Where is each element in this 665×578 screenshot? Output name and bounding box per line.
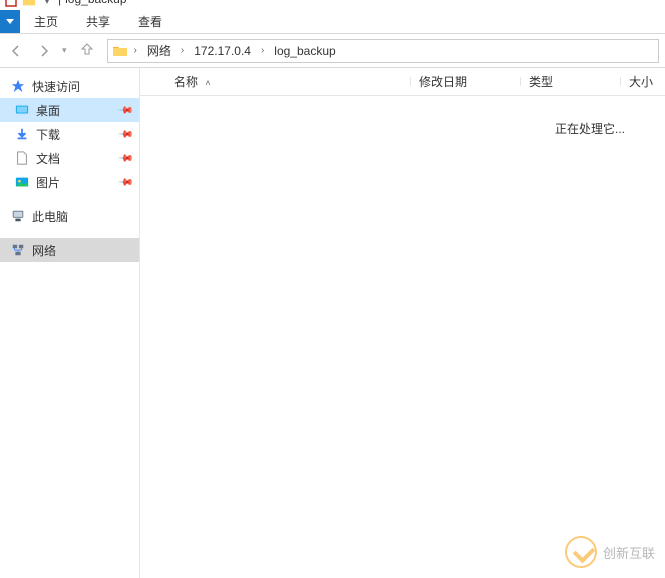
history-dropdown-icon[interactable]: ▾ <box>62 45 67 56</box>
watermark-logo-icon <box>565 536 597 568</box>
sidebar-item-quick-access[interactable]: 快速访问 <box>0 74 139 98</box>
columns-header: 名称 ˄ 修改日期 类型 大小 <box>140 68 665 96</box>
title-dropdown-icon[interactable]: ▾ <box>40 0 54 8</box>
status-processing: 正在处理它... <box>555 120 625 137</box>
ribbon-tabs: 主页 共享 查看 <box>0 10 665 34</box>
window-title-divider: | <box>58 0 61 6</box>
sidebar-item-this-pc[interactable]: 此电脑 <box>0 204 139 228</box>
quick-access-icon <box>10 78 26 94</box>
sidebar-item-label: 桌面 <box>36 102 113 119</box>
app-icon <box>4 0 18 8</box>
sidebar-item-pictures[interactable]: 图片 📌 <box>0 170 139 194</box>
picture-icon <box>14 174 30 190</box>
document-icon <box>14 150 30 166</box>
column-label: 名称 <box>174 75 198 89</box>
forward-button[interactable] <box>34 41 54 61</box>
ribbon-tab-view[interactable]: 查看 <box>124 10 176 33</box>
content-pane: 名称 ˄ 修改日期 类型 大小 正在处理它... <box>140 68 665 578</box>
sidebar-item-label: 此电脑 <box>32 208 131 225</box>
column-size[interactable]: 大小 <box>621 73 665 90</box>
sidebar-item-documents[interactable]: 文档 📌 <box>0 146 139 170</box>
pin-icon: 📌 <box>117 102 133 118</box>
pin-icon: 📌 <box>117 126 133 142</box>
sidebar-item-label: 文档 <box>36 150 113 167</box>
column-name[interactable]: 名称 ˄ <box>166 73 411 90</box>
pin-icon: 📌 <box>117 174 133 190</box>
breadcrumb-folder[interactable]: log_backup <box>270 42 339 60</box>
breadcrumb-chevron-icon[interactable]: › <box>132 45 139 56</box>
back-button[interactable] <box>6 41 26 61</box>
breadcrumb-chevron-icon[interactable]: › <box>259 45 266 56</box>
download-icon <box>14 126 30 142</box>
watermark-text: 创新互联 <box>603 543 655 562</box>
sidebar-item-label: 网络 <box>32 242 131 259</box>
address-bar[interactable]: › 网络 › 172.17.0.4 › log_backup <box>107 39 659 63</box>
file-list[interactable]: 正在处理它... <box>140 96 665 578</box>
column-type[interactable]: 类型 <box>521 73 621 90</box>
network-icon <box>10 242 26 258</box>
up-button[interactable] <box>75 41 99 60</box>
sidebar-item-network[interactable]: 网络 <box>0 238 139 262</box>
folder-icon <box>22 0 36 8</box>
main-area: 快速访问 桌面 📌 下载 📌 文档 📌 图片 <box>0 68 665 578</box>
sidebar-item-label: 下载 <box>36 126 113 143</box>
file-tab[interactable] <box>0 10 20 33</box>
sidebar-item-downloads[interactable]: 下载 📌 <box>0 122 139 146</box>
location-folder-icon <box>112 43 128 59</box>
title-bar: ▾ | log_backup <box>0 0 665 10</box>
sidebar-item-desktop[interactable]: 桌面 📌 <box>0 98 139 122</box>
ribbon-tab-home[interactable]: 主页 <box>20 10 72 33</box>
navigation-bar: ▾ › 网络 › 172.17.0.4 › log_backup <box>0 34 665 68</box>
pc-icon <box>10 208 26 224</box>
pin-icon: 📌 <box>117 150 133 166</box>
watermark: 创新互联 <box>565 536 655 568</box>
sidebar-item-label: 图片 <box>36 174 113 191</box>
breadcrumb-network[interactable]: 网络 <box>143 40 175 61</box>
sidebar-item-label: 快速访问 <box>32 78 131 95</box>
column-date[interactable]: 修改日期 <box>411 73 521 90</box>
breadcrumb-host[interactable]: 172.17.0.4 <box>190 42 255 60</box>
window-title: log_backup <box>65 0 126 6</box>
breadcrumb-chevron-icon[interactable]: › <box>179 45 186 56</box>
ribbon-tab-share[interactable]: 共享 <box>72 10 124 33</box>
desktop-icon <box>14 102 30 118</box>
navigation-pane: 快速访问 桌面 📌 下载 📌 文档 📌 图片 <box>0 68 140 578</box>
sort-indicator-icon: ˄ <box>205 78 210 88</box>
